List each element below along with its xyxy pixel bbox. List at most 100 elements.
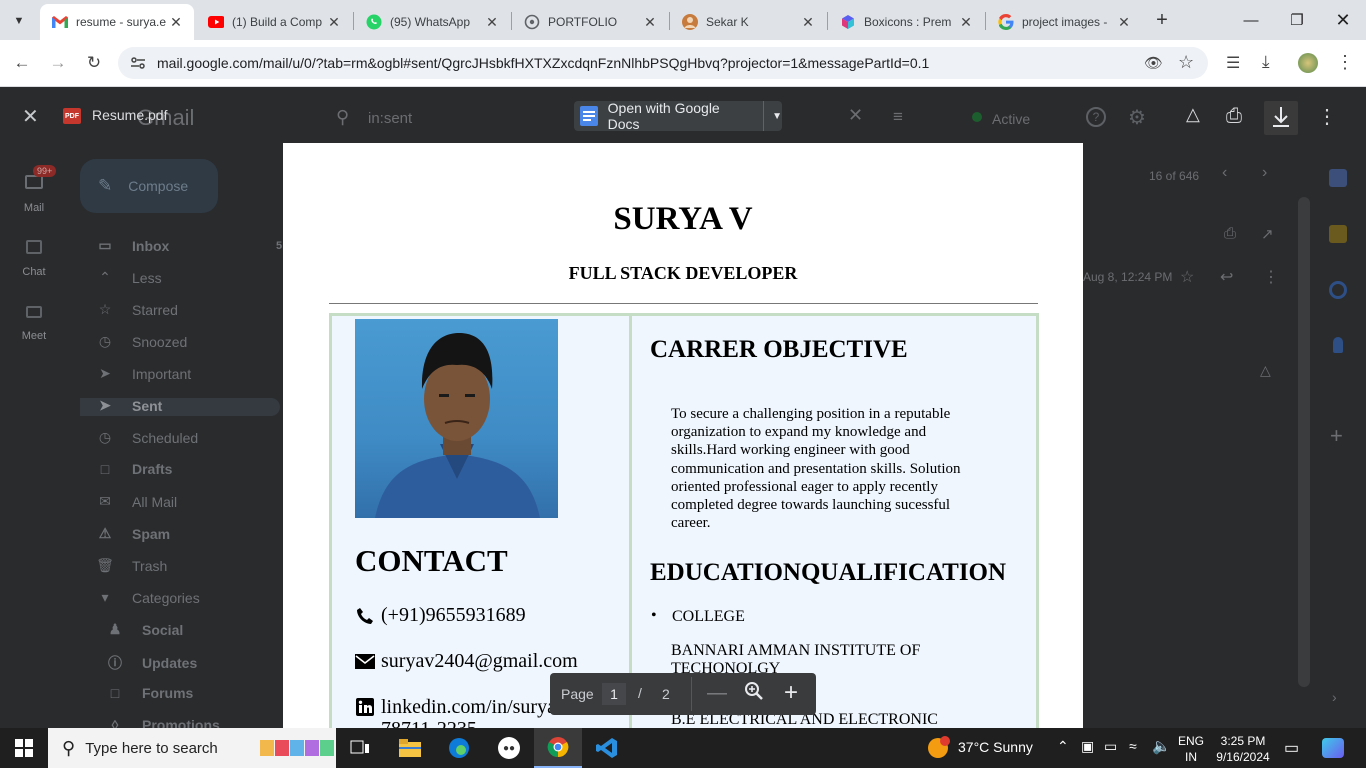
more-icon[interactable]: ⋮	[1263, 267, 1279, 287]
edge-icon[interactable]	[435, 728, 483, 768]
tab-project-images[interactable]: project images - ✕	[986, 4, 1142, 40]
close-viewer-button[interactable]: ✕	[22, 104, 39, 129]
download-thumb[interactable]	[1264, 101, 1298, 135]
reload-button[interactable]: ↻	[81, 50, 107, 76]
mail-icon[interactable]	[25, 175, 43, 189]
nav-item-label: Drafts	[132, 461, 173, 477]
nav-item-inbox[interactable]: ▭ Inbox 5	[96, 237, 282, 254]
close-icon[interactable]: ✕	[484, 14, 500, 31]
wifi-icon[interactable]: ≈	[1129, 738, 1137, 754]
nav-item-important[interactable]: ➤ Important	[96, 365, 191, 382]
scrollbar[interactable]	[1298, 197, 1310, 687]
close-icon[interactable]: ✕	[642, 14, 658, 31]
nav-item-social[interactable]: ♟ Social	[106, 621, 184, 638]
boxicons-icon	[840, 14, 856, 30]
globe-icon	[524, 14, 540, 30]
print-icon[interactable]: ⎙	[1224, 225, 1236, 242]
tab-search-button[interactable]: ▼	[6, 8, 32, 34]
nav-item-less[interactable]: ⌃ Less	[96, 269, 161, 286]
close-icon[interactable]: ✕	[168, 14, 184, 31]
compose-button[interactable]: ✎ Compose	[80, 159, 218, 213]
forward-button[interactable]: →	[45, 50, 71, 76]
nav-item-all-mail[interactable]: ✉ All Mail	[96, 493, 177, 510]
tab-youtube[interactable]: (1) Build a Comp ✕	[196, 4, 352, 40]
page-number-input[interactable]: 1	[602, 683, 626, 705]
close-icon[interactable]: ✕	[800, 14, 816, 31]
media-app-icon[interactable]: ●●	[485, 728, 533, 768]
clock[interactable]: 3:25 PM 9/16/2024	[1212, 733, 1274, 765]
weather-text[interactable]: 37°C Sunny	[958, 739, 1033, 755]
windows-start-icon[interactable]	[0, 728, 48, 768]
meet-icon[interactable]	[26, 306, 42, 318]
omnibox[interactable]: mail.google.com/mail/u/0/?tab=rm&ogbl#se…	[118, 47, 1208, 79]
tasks-icon[interactable]	[1329, 281, 1347, 299]
chevron-down-icon[interactable]: ▼	[763, 101, 782, 131]
open-new-window-icon[interactable]: ↗	[1261, 225, 1274, 243]
nav-item-starred[interactable]: ☆ Starred	[96, 301, 178, 318]
meet-now-icon[interactable]: ▣	[1081, 738, 1094, 755]
nav-item-spam[interactable]: ⚠ Spam	[96, 525, 170, 542]
nav-item-trash[interactable]: 🗑 Trash	[96, 557, 167, 574]
expand-panel-icon[interactable]: ›	[1332, 689, 1337, 705]
file-explorer-icon[interactable]	[386, 728, 434, 768]
nav-item-categories[interactable]: ▾ Categories	[96, 589, 199, 606]
back-button[interactable]: ←	[9, 50, 35, 76]
star-icon[interactable]: ☆	[1180, 267, 1194, 287]
chat-icon[interactable]	[26, 240, 42, 254]
add-to-drive-icon[interactable]: △	[1260, 362, 1271, 379]
close-icon[interactable]: ✕	[326, 14, 342, 31]
task-view-icon[interactable]	[336, 728, 384, 768]
vscode-icon[interactable]	[583, 728, 631, 768]
reply-icon[interactable]: ↩	[1220, 267, 1233, 287]
close-icon[interactable]: ✕	[958, 14, 974, 31]
battery-icon[interactable]: ▭	[1104, 738, 1117, 755]
zoom-out-button[interactable]: —	[707, 682, 727, 705]
site-info-icon[interactable]	[130, 55, 146, 76]
bookmark-star-icon[interactable]: ☆	[1178, 52, 1194, 73]
restore-button[interactable]: ❐	[1274, 0, 1320, 40]
tab-portfolio[interactable]: PORTFOLIO ✕	[512, 4, 668, 40]
nav-item-forums[interactable]: □Forums1	[106, 685, 292, 701]
zoom-icon[interactable]	[744, 681, 764, 706]
print-icon[interactable]: ⎙	[1226, 105, 1242, 128]
contacts-icon[interactable]	[1333, 337, 1343, 353]
nav-item-drafts[interactable]: □ Drafts	[96, 461, 173, 477]
taskbar-search[interactable]: ⚲ Type here to search	[48, 728, 336, 768]
tray-expand-icon[interactable]: ⌃	[1057, 738, 1069, 755]
close-window-button[interactable]: ✕	[1320, 0, 1366, 40]
nav-item-promotions[interactable]: ◊ Promotions	[106, 717, 220, 728]
pdf-page: SURYA V FULL STACK DEVELOPER CONTACT (+9…	[283, 143, 1083, 728]
chrome-icon[interactable]	[534, 728, 582, 768]
zoom-in-button[interactable]: +	[784, 679, 798, 707]
nav-item-updates[interactable]: ⓘUpdates4	[106, 653, 292, 673]
nav-item-snoozed[interactable]: ◷ Snoozed	[96, 333, 187, 350]
add-to-drive-icon[interactable]: △	[1186, 104, 1200, 125]
close-icon[interactable]: ✕	[1116, 14, 1132, 31]
copilot-icon[interactable]	[1322, 738, 1344, 758]
new-tab-button[interactable]: +	[1148, 6, 1176, 34]
tab-boxicons[interactable]: Boxicons : Prem ✕	[828, 4, 984, 40]
next-page-icon[interactable]: ›	[1262, 164, 1267, 182]
nav-item-sent[interactable]: ➤ Sent	[96, 397, 162, 414]
tab-sekar[interactable]: Sekar K ✕	[670, 4, 826, 40]
search-placeholder: Type here to search	[85, 739, 218, 757]
menu-kebab-icon[interactable]: ⋮	[1336, 52, 1354, 73]
tab-resume[interactable]: resume - surya.e ✕	[40, 4, 194, 40]
keep-icon[interactable]	[1329, 225, 1347, 243]
nav-item-scheduled[interactable]: ◷ Scheduled	[96, 429, 198, 446]
profile-avatar[interactable]	[1298, 53, 1318, 73]
language-indicator[interactable]: ENG IN	[1178, 733, 1204, 765]
volume-icon[interactable]: 🔈	[1152, 737, 1171, 755]
email-text: suryav2404@gmail.com	[381, 650, 578, 672]
add-addon-icon[interactable]: +	[1330, 423, 1343, 449]
notification-icon[interactable]: ▭	[1284, 738, 1299, 758]
minimize-button[interactable]: —	[1228, 0, 1274, 40]
calendar-icon[interactable]	[1329, 169, 1347, 187]
prev-page-icon[interactable]: ‹	[1222, 164, 1227, 182]
viewer-more-icon[interactable]: ⋮	[1317, 104, 1337, 129]
media-control-icon[interactable]: ☰	[1226, 53, 1240, 73]
tab-whatsapp[interactable]: (95) WhatsApp ✕	[354, 4, 510, 40]
open-with-google-docs-button[interactable]: Open with Google Docs ▼	[574, 100, 782, 132]
eye-off-icon[interactable]: 👁	[1144, 54, 1163, 72]
download-icon[interactable]: ⤓	[1262, 52, 1270, 72]
